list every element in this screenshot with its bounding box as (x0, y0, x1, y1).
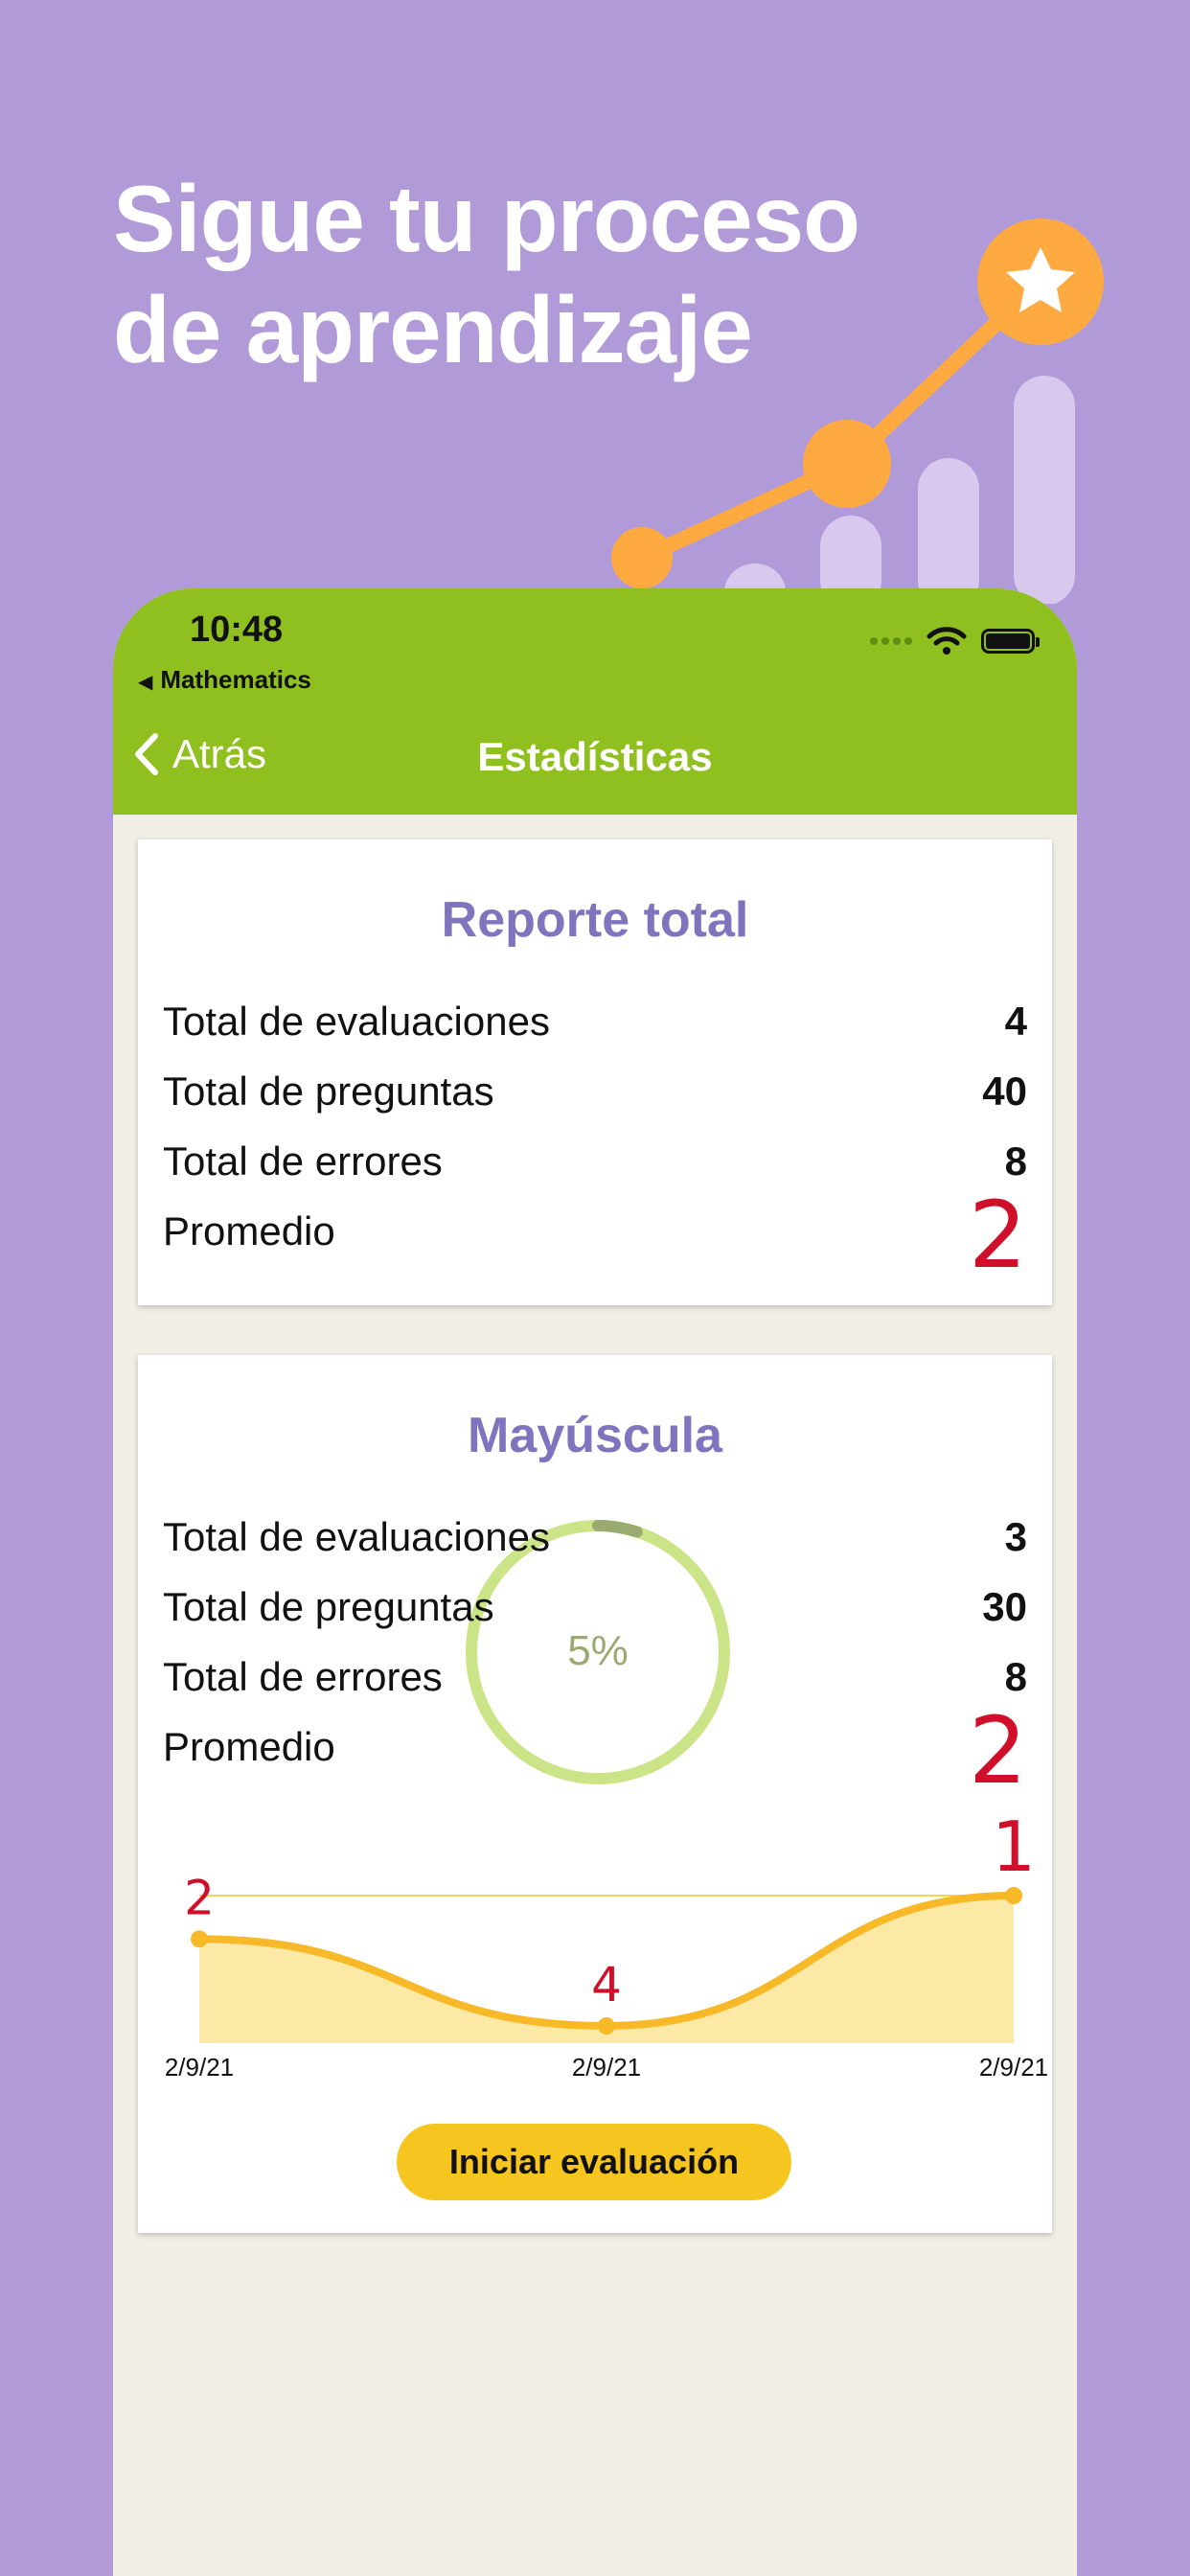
mayuscula-card: Mayúscula 5% Total de evaluaciones 3 Tot… (138, 1355, 1052, 2233)
stat-value: 8 (1004, 1138, 1027, 1184)
page-title: Estadísticas (477, 734, 713, 779)
chart-x-tick-label: 2/9/21 (979, 2053, 1048, 2082)
deco-bar-4 (1014, 376, 1075, 604)
stat-label: Total de preguntas (163, 1069, 494, 1114)
stat-value: 4 (1004, 999, 1027, 1044)
deco-bar-3 (918, 458, 979, 604)
chart-data-label: 2 (184, 1870, 215, 1925)
stat-label: Total de evaluaciones (163, 999, 550, 1044)
back-app-label: Mathematics (160, 665, 311, 694)
chart-point (598, 2017, 615, 2035)
stat-value: 40 (982, 1069, 1027, 1114)
status-time: 10:48 (190, 610, 284, 650)
chart-x-tick-label: 2/9/21 (572, 2053, 641, 2082)
stat-row-questions: Total de preguntas 40 (163, 1069, 1027, 1122)
deco-point-2 (803, 420, 891, 508)
chart-data-label: 1 (992, 1806, 1036, 1887)
phone-screen: 10:48 ◀ Mathematics Atrás Estadísticas Re… (113, 588, 1077, 2576)
average-value: 2 (968, 1182, 1027, 1289)
stat-label: Promedio (163, 1208, 335, 1254)
chart-x-tick-label: 2/9/21 (165, 2053, 234, 2082)
chart-point (191, 1930, 208, 1948)
chart-data-label: 4 (591, 1957, 622, 2012)
total-report-title: Reporte total (441, 892, 749, 948)
status-indicators (870, 625, 1040, 657)
back-to-app-link[interactable]: ◀ Mathematics (138, 665, 311, 695)
navigation-bar: 10:48 ◀ Mathematics Atrás Estadísticas (113, 588, 1077, 815)
wifi-icon (927, 627, 967, 655)
stat-label: Total de errores (163, 1138, 443, 1184)
battery-icon (981, 629, 1040, 654)
stat-row-evaluations: Total de evaluaciones 4 (163, 999, 1027, 1052)
start-evaluation-button[interactable]: Iniciar evaluación (397, 2124, 791, 2200)
total-report-card: Reporte total Total de evaluaciones 4 To… (138, 840, 1052, 1305)
stat-row-average: Promedio 2 (163, 1182, 1027, 1289)
deco-point-1 (611, 527, 673, 588)
progress-illustration (611, 218, 1104, 604)
back-triangle-icon: ◀ (138, 672, 153, 693)
cellular-signal-icon (870, 637, 912, 645)
deco-trend-line (634, 274, 1048, 565)
chart-point (1005, 1887, 1022, 1904)
stat-row-errors: Total de errores 8 (163, 1138, 1027, 1192)
